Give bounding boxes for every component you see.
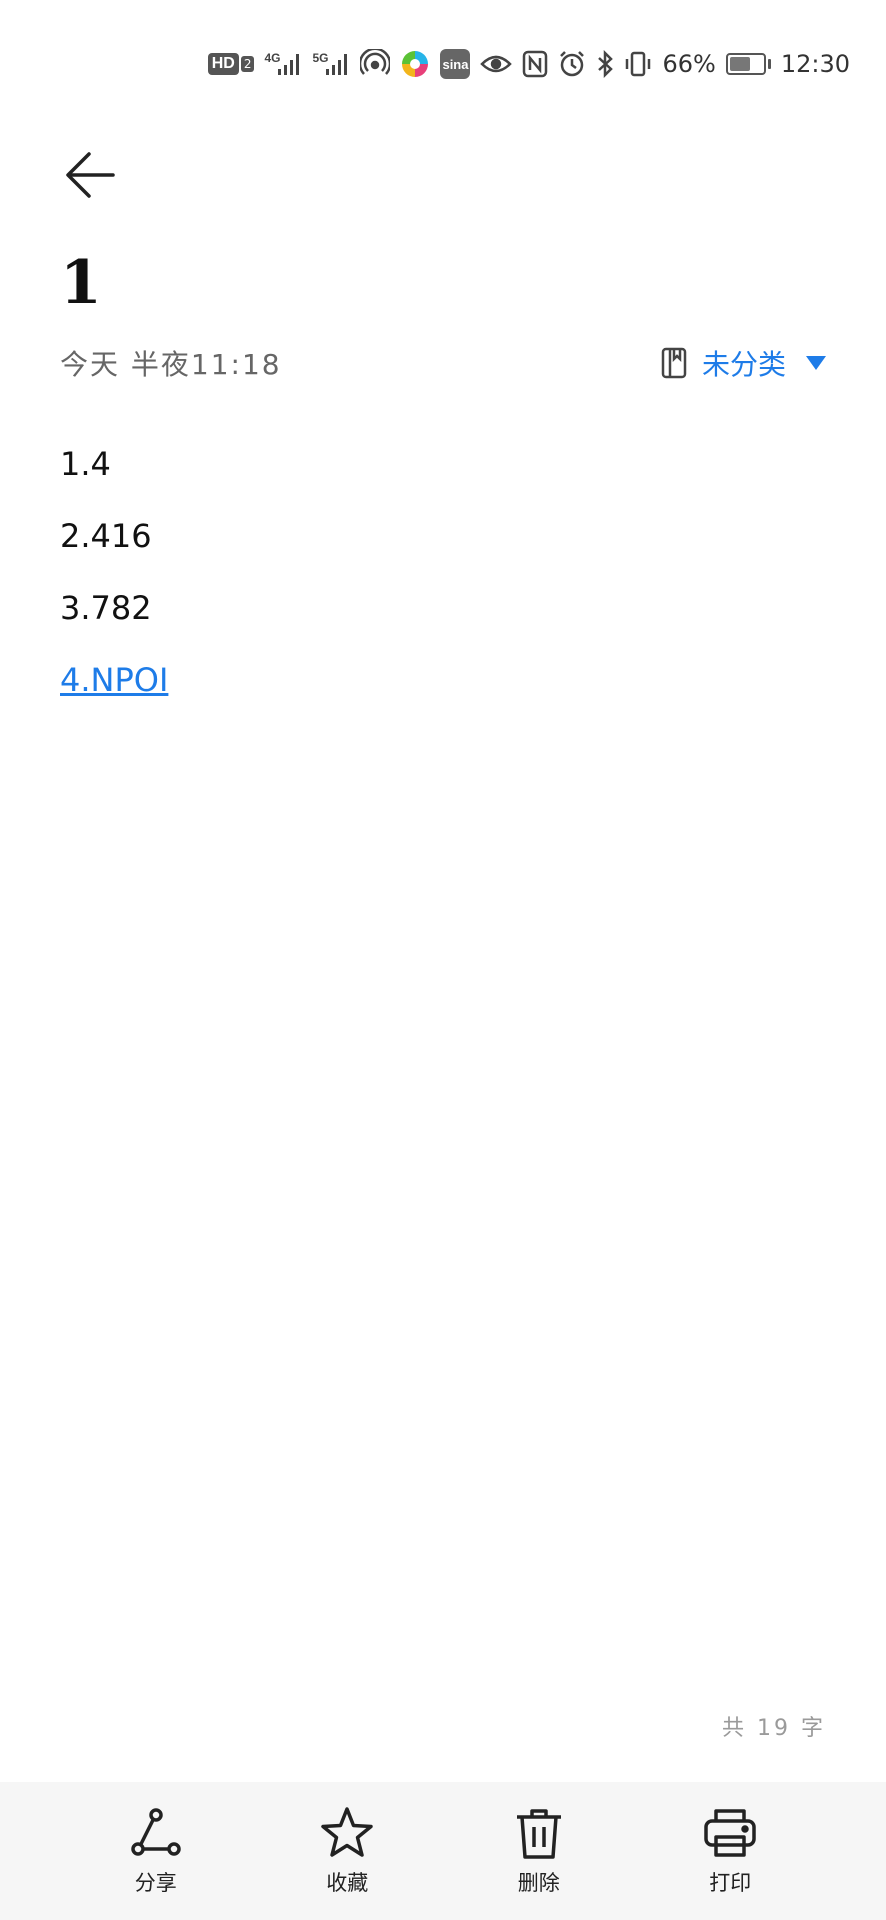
note-meta: 今天 半夜11:18 未分类: [60, 340, 826, 386]
word-count: 共 19 字: [722, 1716, 826, 1741]
print-button[interactable]: 打印: [670, 1805, 790, 1897]
signal-4g-icon: 4G: [264, 51, 302, 77]
share-button[interactable]: 分享: [96, 1805, 216, 1897]
note-date: 今天 半夜11:18: [60, 348, 282, 381]
print-label: 打印: [709, 1871, 752, 1895]
battery-fill: [729, 57, 750, 71]
share-label: 分享: [134, 1871, 177, 1895]
eye-icon: [480, 53, 513, 75]
share-icon: [131, 1808, 181, 1856]
battery-icon: [725, 53, 771, 75]
note-body[interactable]: 1.4 2.416 3.782 4.NPOI: [60, 428, 168, 716]
hotspot-icon: [360, 49, 391, 79]
favorite-button[interactable]: 收藏: [287, 1805, 407, 1897]
folder-selector[interactable]: 未分类: [660, 343, 826, 383]
hd-label: HD: [207, 53, 239, 75]
notebook-icon: [661, 347, 687, 379]
delete-button[interactable]: 删除: [479, 1805, 599, 1897]
note-line: 3.782: [60, 589, 152, 627]
printer-icon: [704, 1809, 756, 1857]
note-line: 2.416: [60, 517, 152, 555]
chevron-down-icon: [806, 356, 826, 370]
hd-sub-label: 2: [240, 56, 255, 72]
star-icon: [321, 1807, 373, 1857]
bottom-action-bar: 分享 收藏 删除 打印: [0, 1782, 886, 1920]
clock: 12:30: [780, 50, 850, 78]
signal-5g-icon: 5G: [312, 51, 350, 77]
alarm-icon: [558, 50, 586, 78]
note-link[interactable]: 4.NPOI: [60, 661, 168, 699]
note-line: 1.4: [60, 445, 111, 483]
sina-icon: sina: [440, 49, 471, 79]
trash-icon: [516, 1809, 561, 1859]
status-bar: HD 2 4G 5G sina 66% 12:30: [207, 44, 850, 84]
app-colorful-icon: [400, 49, 430, 79]
folder-label: 未分类: [701, 348, 786, 381]
vibrate-icon: [624, 50, 652, 78]
back-button[interactable]: [60, 145, 120, 205]
battery-percent: 66%: [662, 50, 716, 78]
note-title[interactable]: 1: [60, 248, 102, 318]
arrow-left-icon: [66, 152, 115, 198]
favorite-label: 收藏: [326, 1871, 369, 1895]
delete-label: 删除: [517, 1871, 560, 1895]
hd-icon: HD 2: [207, 53, 255, 75]
bluetooth-icon: [596, 50, 614, 78]
nfc-icon: [522, 50, 548, 78]
